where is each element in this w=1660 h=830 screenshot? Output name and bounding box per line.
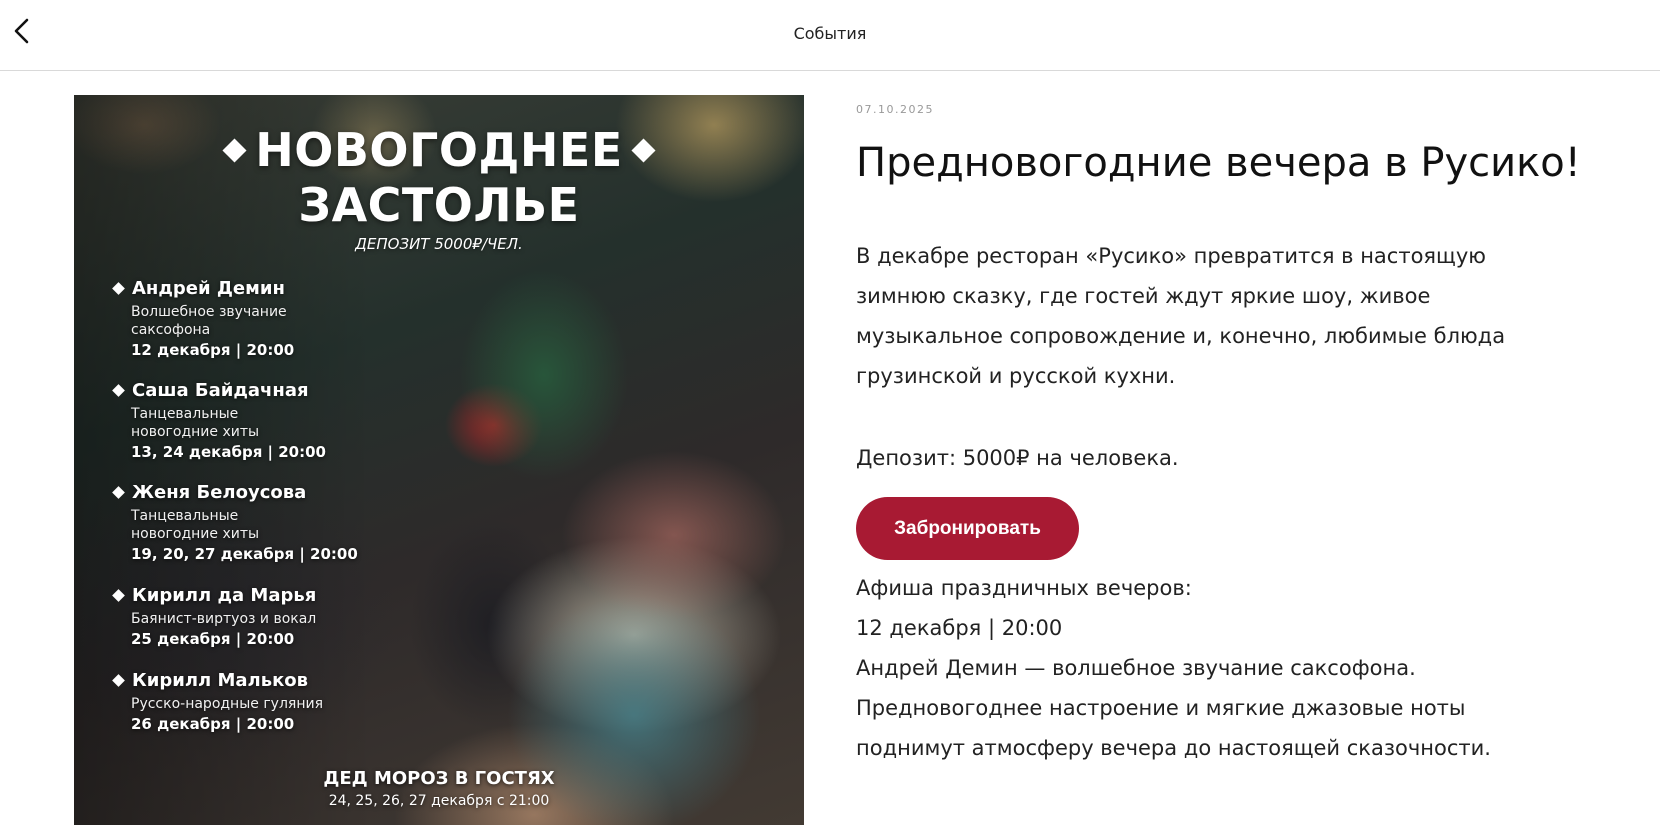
poster-deposit: ДЕПОЗИТ 5000₽/ЧЕЛ. (355, 235, 523, 253)
act-description: Русско-народные гуляния (131, 696, 324, 712)
act-description: Волшебное звучание саксофона (131, 304, 287, 338)
diamond-icon (112, 674, 125, 687)
act-date: 12 декабря | 20:00 (131, 341, 295, 359)
act-description: Танцевальные новогодние хиты (131, 406, 260, 440)
act-date: 13, 24 декабря | 20:00 (131, 443, 326, 461)
poster-santa-title: ДЕД МОРОЗ В ГОСТЯХ (323, 768, 555, 789)
afisha-act: Андрей Демин — волшебное звучание саксоф… (856, 656, 1416, 680)
afisha-heading: Афиша праздничных вечеров: (856, 576, 1192, 600)
act-description: Баянист-виртуоз и вокал (131, 611, 317, 627)
poster-act: Андрей Демин Волшебное звучание саксофон… (112, 278, 412, 359)
diamond-icon (112, 282, 125, 295)
poster-santa-dates: 24, 25, 26, 27 декабря с 21:00 (328, 793, 550, 809)
act-description: Танцевальные новогодние хиты (131, 508, 260, 542)
poster-title-line2: ЗАСТОЛЬЕ (298, 178, 580, 232)
act-name: Кирилл Мальков (132, 670, 309, 691)
page-title: События (793, 24, 867, 43)
top-bar: События (0, 0, 1660, 71)
act-date: 19, 20, 27 декабря | 20:00 (131, 545, 358, 563)
poster-title-line1: НОВОГОДНЕЕ (74, 123, 804, 177)
diamond-icon (112, 486, 125, 499)
act-name: Андрей Демин (132, 278, 285, 299)
article-intro: В декабре ресторан «Русико» превратится … (856, 244, 1506, 388)
poster-title-text-1: НОВОГОДНЕЕ (255, 123, 623, 177)
act-date: 26 декабря | 20:00 (131, 715, 295, 733)
act-name: Женя Белоусова (132, 482, 307, 503)
afisha-description: Предновогоднее настроение и мягкие джазо… (856, 696, 1491, 760)
poster-act: Кирилл Мальков Русско-народные гуляния 2… (112, 670, 412, 733)
diamond-icon (112, 384, 125, 397)
article-deposit: Депозит: 5000₽ на человека. (856, 446, 1179, 470)
diamond-icon (631, 138, 656, 163)
poster-act: Саша Байдачная Танцевальные новогодние х… (112, 380, 412, 461)
poster-act: Женя Белоусова Танцевальные новогодние х… (112, 482, 412, 563)
diamond-icon (222, 138, 247, 163)
afisha: Афиша праздничных вечеров: 12 декабря | … (856, 568, 1576, 768)
act-name: Саша Байдачная (132, 380, 309, 401)
act-date: 25 декабря | 20:00 (131, 630, 295, 648)
afisha-date: 12 декабря | 20:00 (856, 616, 1063, 640)
act-name: Кирилл да Марья (132, 585, 317, 606)
article-date: 07.10.2025 (856, 103, 934, 116)
diamond-icon (112, 589, 125, 602)
poster-act: Кирилл да Марья Баянист-виртуоз и вокал … (112, 585, 412, 648)
book-button[interactable]: Забронировать (856, 497, 1079, 560)
event-poster: НОВОГОДНЕЕ ЗАСТОЛЬЕ ДЕПОЗИТ 5000₽/ЧЕЛ. А… (74, 95, 804, 825)
article-title: Предновогодние вечера в Русико! (856, 140, 1581, 186)
